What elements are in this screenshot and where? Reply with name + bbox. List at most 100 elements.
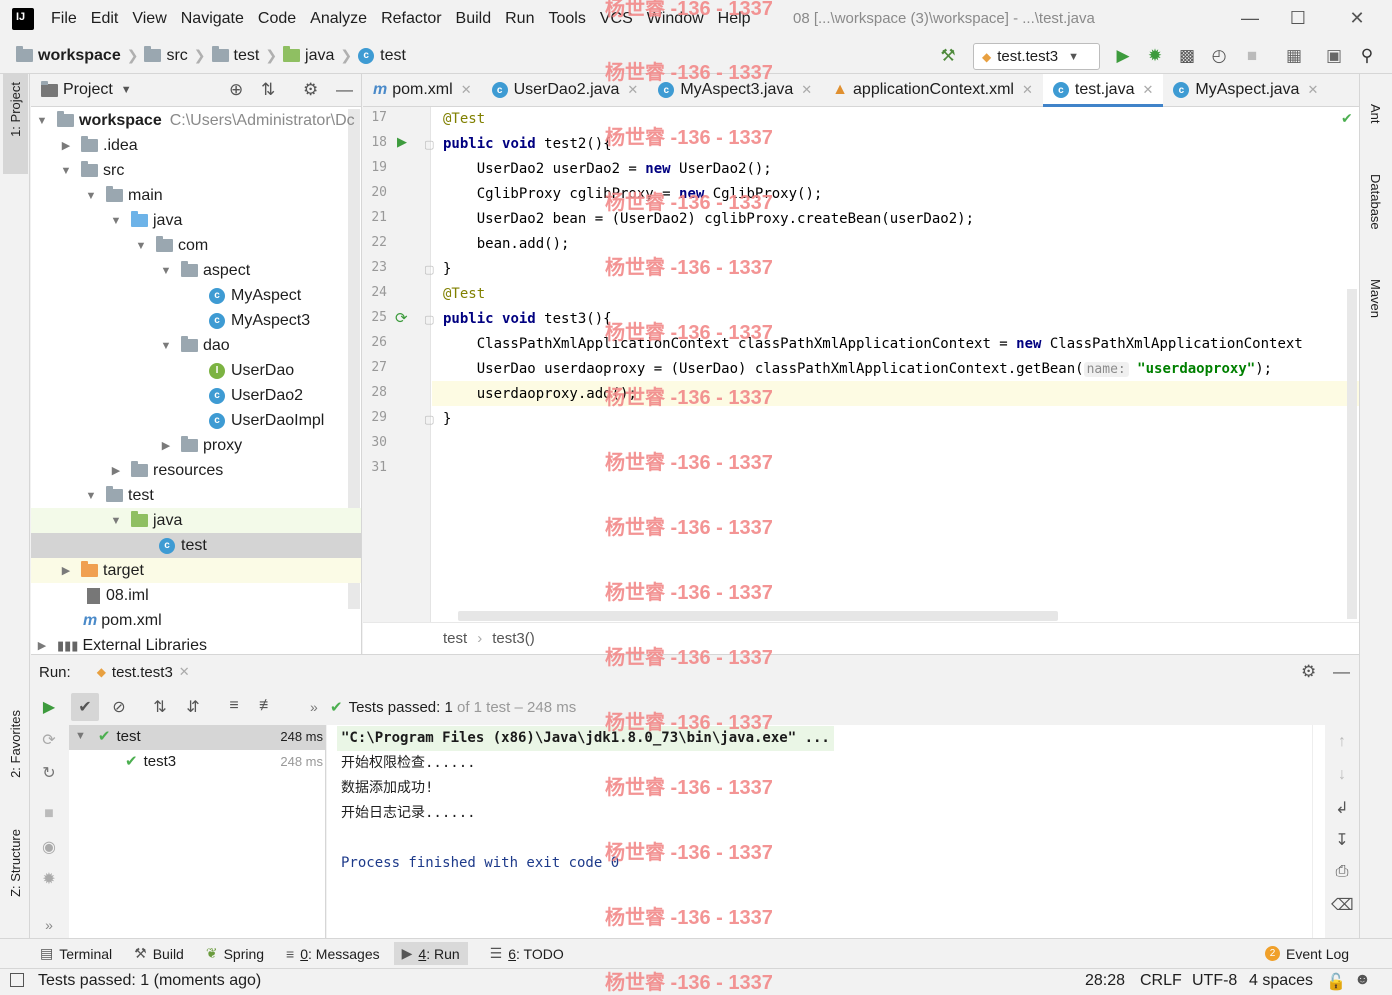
stop-icon[interactable]: ■: [38, 805, 60, 823]
camera-icon[interactable]: ◉: [38, 837, 60, 857]
tool-build[interactable]: ⚒ Build: [134, 945, 184, 962]
crumb-src[interactable]: src: [144, 46, 188, 65]
arrow-up-icon[interactable]: ↑: [1331, 733, 1353, 751]
collapse-all-icon[interactable]: ⇅: [261, 80, 275, 100]
project-panel-title[interactable]: Project: [63, 81, 113, 99]
inspection-ok-icon[interactable]: ✔: [1341, 110, 1353, 127]
trash-icon[interactable]: ⌫: [1331, 895, 1354, 915]
tree-item-dao[interactable]: ▼ dao: [31, 333, 361, 358]
expand-all-icon[interactable]: ≡: [223, 697, 245, 715]
tree-item-myaspect3[interactable]: c MyAspect3: [31, 308, 361, 333]
run-passed-gutter-icon[interactable]: ⟳: [395, 309, 408, 327]
code-line-21[interactable]: UserDao2 bean = (UserDao2) cglibProxy.cr…: [443, 207, 974, 232]
menu-navigate[interactable]: Navigate: [174, 10, 251, 28]
gear-icon[interactable]: ⚙: [1301, 662, 1316, 682]
collapse-all-icon[interactable]: ≢: [256, 697, 278, 715]
code-line-26[interactable]: ClassPathXmlApplicationContext classPath…: [443, 332, 1359, 357]
crumb-test-class[interactable]: c test: [358, 47, 406, 65]
hide-icon[interactable]: —: [336, 80, 353, 100]
debug-icon[interactable]: ✹: [1145, 46, 1165, 66]
run-icon[interactable]: ▶: [1113, 46, 1133, 66]
show-ignored-icon[interactable]: ⊘: [108, 697, 130, 717]
close-icon[interactable]: ✕: [801, 82, 812, 98]
fold-icon[interactable]: ▢: [424, 138, 434, 151]
more-icon[interactable]: »: [38, 917, 60, 933]
tool-terminal[interactable]: ▤ Terminal: [40, 945, 112, 962]
tab-test-java[interactable]: c test.java ✕: [1042, 73, 1164, 107]
tool-windows-icon[interactable]: [10, 973, 24, 987]
tool-tab-database[interactable]: Database: [1368, 174, 1383, 230]
tool-spring[interactable]: ❦ Spring: [206, 945, 264, 962]
tool-tab-project[interactable]: 1: Project: [8, 82, 23, 137]
tree-item-userdao2[interactable]: c UserDao2: [31, 383, 361, 408]
tree-item-iml[interactable]: 08.iml: [31, 583, 361, 608]
chevron-down-icon[interactable]: ▼: [121, 84, 132, 96]
settings-icon[interactable]: ✹: [38, 869, 60, 889]
code-line-20[interactable]: CglibProxy cglibProxy = new CglibProxy()…: [443, 182, 823, 207]
build-hammer-icon[interactable]: ⚒: [938, 46, 958, 66]
console-scrollbar[interactable]: [1312, 725, 1324, 939]
stop-icon[interactable]: ■: [1242, 46, 1262, 66]
tool-todo[interactable]: ☰ 6: TODO: [490, 945, 564, 962]
rerun-failed-icon[interactable]: ⟳: [38, 730, 60, 750]
locate-icon[interactable]: ⊕: [229, 80, 243, 100]
tab-userdao2[interactable]: c UserDao2.java ✕: [482, 74, 649, 107]
close-icon[interactable]: ✕: [1307, 82, 1318, 98]
code-line-27[interactable]: UserDao userdaoproxy = (UserDao) classPa…: [443, 357, 1359, 382]
tool-tab-structure[interactable]: Z: Structure: [8, 829, 23, 897]
console-output[interactable]: "C:\Program Files (x86)\Java\jdk1.8.0_73…: [327, 725, 1325, 939]
project-structure-icon[interactable]: ▦: [1284, 46, 1304, 66]
tree-item-workspace[interactable]: ▼ workspace C:\Users\Administrator\Dc: [31, 108, 361, 133]
tab-myaspect[interactable]: c MyAspect.java ✕: [1163, 74, 1328, 107]
tree-item-myaspect[interactable]: c MyAspect: [31, 283, 361, 308]
tree-item-target[interactable]: ▶ target: [31, 558, 361, 583]
sort-alpha-icon[interactable]: ⇅: [149, 697, 171, 717]
code-line-19[interactable]: UserDao2 userDao2 = new UserDao2();: [443, 157, 772, 182]
menu-build[interactable]: Build: [449, 10, 499, 28]
file-encoding[interactable]: UTF-8: [1192, 972, 1237, 990]
tab-applicationcontext[interactable]: ▲ applicationContext.xml ✕: [822, 74, 1043, 107]
indent-setting[interactable]: 4 spaces: [1249, 972, 1313, 990]
breadcrumb-method[interactable]: test3(): [492, 630, 535, 647]
code-line-17[interactable]: @Test: [443, 107, 485, 132]
tool-tab-favorites[interactable]: 2: Favorites: [8, 710, 23, 778]
tree-item-test-class[interactable]: c test: [31, 533, 361, 558]
fold-icon[interactable]: ▢: [424, 413, 434, 426]
breadcrumb-class[interactable]: test: [443, 630, 467, 647]
editor-vertical-scrollbar[interactable]: [1347, 289, 1357, 619]
inspector-icon[interactable]: ☻: [1354, 971, 1371, 989]
sort-duration-icon[interactable]: ⇵: [182, 697, 204, 717]
line-separator[interactable]: CRLF: [1140, 972, 1182, 990]
search-icon[interactable]: ⚲: [1357, 46, 1377, 66]
tree-item-src[interactable]: ▼ src: [31, 158, 361, 183]
menu-refactor[interactable]: Refactor: [374, 10, 448, 28]
code-line-24[interactable]: @Test: [443, 282, 485, 307]
code-line-25[interactable]: public void test3(){: [443, 307, 612, 332]
menu-tools[interactable]: Tools: [541, 10, 592, 28]
code-line-29[interactable]: }: [443, 407, 451, 432]
tree-item-resources[interactable]: ▶ resources: [31, 458, 361, 483]
hide-icon[interactable]: —: [1333, 662, 1350, 682]
code-line-28[interactable]: userdaoproxy.add();: [443, 382, 637, 407]
menu-view[interactable]: View: [125, 10, 173, 28]
code-line-22[interactable]: bean.add();: [443, 232, 570, 257]
menu-run[interactable]: Run: [498, 10, 541, 28]
menu-window[interactable]: Window: [640, 10, 711, 28]
close-icon[interactable]: ✕: [1142, 82, 1153, 98]
editor-horizontal-scrollbar[interactable]: [458, 611, 1058, 621]
caret-position[interactable]: 28:28: [1085, 972, 1125, 990]
menu-edit[interactable]: Edit: [84, 10, 126, 28]
tree-item-main[interactable]: ▼ main: [31, 183, 361, 208]
close-icon[interactable]: ✕: [1022, 82, 1033, 98]
test-row-test3[interactable]: ✔ test3 248 ms: [125, 752, 323, 771]
arrow-down-icon[interactable]: ↓: [1331, 766, 1353, 784]
status-message[interactable]: Tests passed: 1 (moments ago): [38, 972, 261, 990]
more-icon[interactable]: »: [310, 699, 318, 715]
crumb-java[interactable]: java: [283, 46, 334, 65]
code-line-18[interactable]: public void test2(){: [443, 132, 612, 157]
tree-item-test-folder[interactable]: ▼ test: [31, 483, 361, 508]
run-tab-label[interactable]: test.test3: [112, 664, 173, 681]
tree-item-test-java[interactable]: ▼ java: [31, 508, 361, 533]
print-icon[interactable]: ⎙: [1331, 863, 1353, 881]
close-window-icon[interactable]: ✕: [1347, 8, 1367, 28]
